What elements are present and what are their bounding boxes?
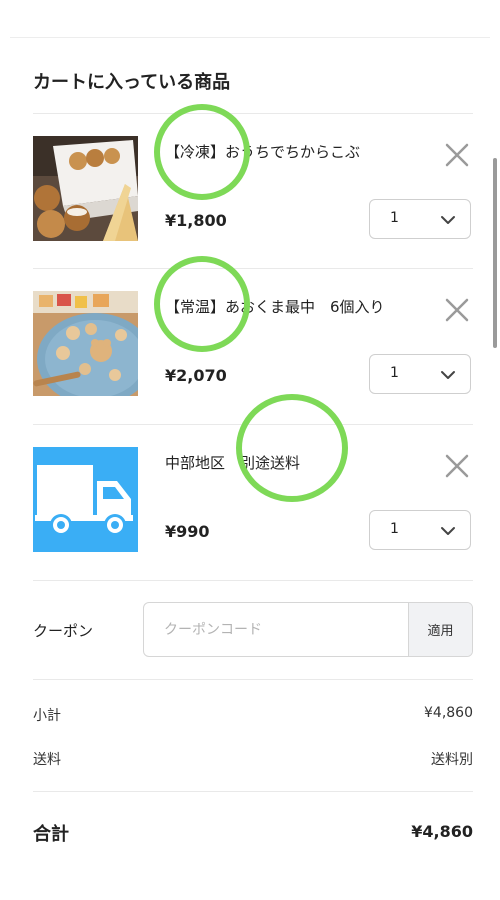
quantity-select[interactable]: 1: [369, 510, 471, 550]
remove-item-button[interactable]: [443, 141, 471, 169]
product-price: ¥1,800: [165, 211, 227, 230]
remove-item-button[interactable]: [443, 452, 471, 480]
subtotal-value: ¥4,860: [424, 705, 473, 721]
scrollbar[interactable]: [493, 158, 497, 348]
chevron-down-icon: [441, 371, 455, 379]
product-price: ¥2,070: [165, 366, 227, 385]
divider: [33, 113, 473, 114]
quantity-select[interactable]: 1: [369, 354, 471, 394]
product-price: ¥990: [165, 522, 210, 541]
product-thumbnail-monaka[interactable]: [33, 291, 138, 396]
coupon-label: クーポン: [33, 622, 94, 640]
chevron-down-icon: [441, 216, 455, 224]
quantity-select[interactable]: 1: [369, 199, 471, 239]
total-label: 合計: [33, 824, 69, 845]
product-name[interactable]: 中部地区 別途送料: [165, 452, 300, 473]
divider: [33, 791, 473, 792]
delivery-truck-icon: [33, 447, 138, 552]
remove-item-button[interactable]: [443, 296, 471, 324]
coupon-field-group: 適用: [143, 602, 473, 657]
apply-coupon-button[interactable]: 適用: [408, 603, 472, 656]
product-thumbnail-sweets[interactable]: [33, 136, 138, 241]
divider: [33, 268, 473, 269]
product-thumbnail-shipping[interactable]: [33, 447, 138, 552]
subtotal-label: 小計: [33, 708, 61, 724]
total-value: ¥4,860: [411, 822, 473, 841]
shipping-label: 送料: [33, 752, 61, 768]
cart-item-2: 【常温】あおくま最中 6個入り ¥2,070 1: [33, 291, 473, 401]
coupon-code-input[interactable]: [144, 603, 409, 656]
divider: [33, 580, 473, 581]
chevron-down-icon: [441, 527, 455, 535]
product-name[interactable]: 【常温】あおくま最中 6個入り: [165, 296, 385, 317]
cart-title: カートに入っている商品: [33, 72, 231, 93]
close-icon: [445, 298, 469, 322]
divider: [33, 424, 473, 425]
header-divider: [10, 37, 490, 38]
quantity-value: 1: [390, 365, 399, 381]
shipping-value: 送料別: [431, 752, 473, 768]
quantity-value: 1: [390, 210, 399, 226]
quantity-value: 1: [390, 521, 399, 537]
divider: [33, 679, 473, 680]
cart-item-1: 【冷凍】おうちでちからこぶ ¥1,800 1: [33, 136, 473, 246]
product-name[interactable]: 【冷凍】おうちでちからこぶ: [165, 141, 360, 162]
close-icon: [445, 143, 469, 167]
close-icon: [445, 454, 469, 478]
cart-item-3: 中部地区 別途送料 ¥990 1: [33, 447, 473, 557]
